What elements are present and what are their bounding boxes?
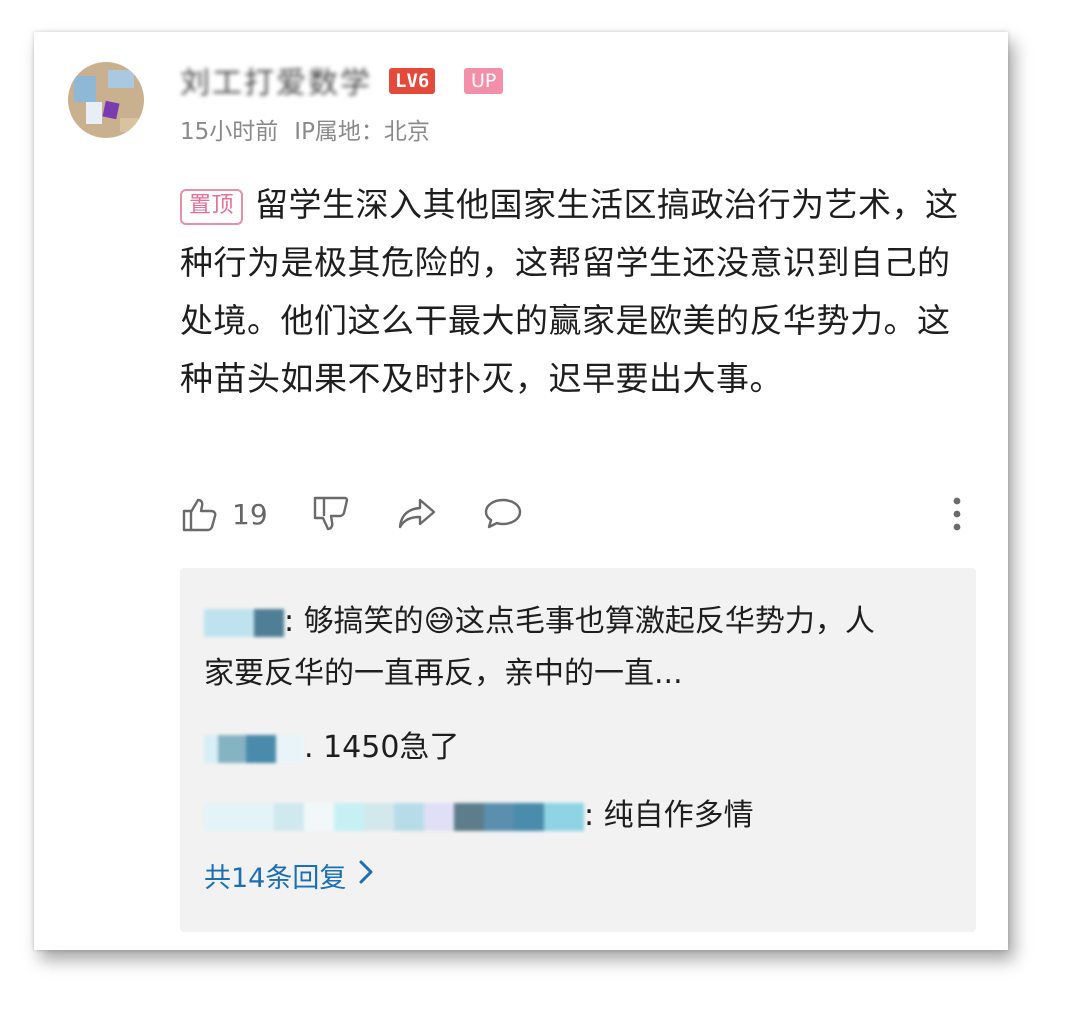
action-bar: 19: [180, 494, 980, 540]
comment-body: 置顶 留学生深入其他国家生活区搞政治行为艺术，这种行为是极其危险的，这帮留学生还没…: [180, 176, 980, 408]
like-count: 19: [232, 497, 268, 531]
more-icon: [952, 496, 962, 532]
like-button[interactable]: 19: [180, 494, 268, 534]
reply-author[interactable]: [204, 734, 304, 763]
comment-icon: [482, 494, 524, 534]
reply-button[interactable]: [482, 494, 524, 534]
reply-item[interactable]: : 纯自作多情: [204, 790, 754, 842]
reply-text: . 1450急了: [304, 730, 460, 765]
comment-meta: 15小时前 IP属地：北京: [180, 112, 430, 146]
share-button[interactable]: [396, 494, 438, 534]
thumbs-up-icon: [180, 494, 220, 534]
reply-author[interactable]: [204, 802, 584, 831]
dislike-button[interactable]: [310, 494, 350, 534]
thumbs-down-icon: [310, 494, 350, 534]
comment-time: 15小时前: [180, 119, 279, 145]
reply-author[interactable]: [204, 608, 284, 637]
reply-preview-panel[interactable]: : 够搞笑的😅这点毛事也算激起反华势力，人家要反华的一直再反，亲中的一直... …: [180, 568, 976, 932]
reply-item[interactable]: : 够搞笑的😅这点毛事也算激起反华势力，人家要反华的一直再反，亲中的一直...: [204, 596, 904, 700]
reply-item[interactable]: . 1450急了: [204, 722, 459, 774]
see-all-label: 共14条回复: [204, 863, 347, 894]
level-badge: LV6: [389, 68, 436, 94]
username[interactable]: 刘工打爱数学: [180, 58, 372, 102]
avatar[interactable]: [68, 62, 144, 138]
comment-text: 留学生深入其他国家生活区搞政治行为艺术，这种行为是极其危险的，这帮留学生还没意识…: [180, 185, 959, 398]
reply-text: : 够搞笑的😅这点毛事也算激起反华势力，人家要反华的一直再反，亲中的一直...: [204, 604, 875, 691]
up-badge: UP: [464, 68, 504, 94]
comment-card: 刘工打爱数学 LV6 UP 15小时前 IP属地：北京 置顶 留学生深入其他国家生活…: [34, 32, 1008, 950]
pinned-badge: 置顶: [180, 189, 244, 225]
share-icon: [396, 494, 438, 534]
reply-text: : 纯自作多情: [584, 798, 754, 833]
comment-location: IP属地：北京: [294, 119, 430, 145]
more-options-button[interactable]: [952, 496, 962, 532]
chevron-right-icon: [346, 859, 374, 892]
see-all-replies-link[interactable]: 共14条回复: [204, 856, 374, 895]
